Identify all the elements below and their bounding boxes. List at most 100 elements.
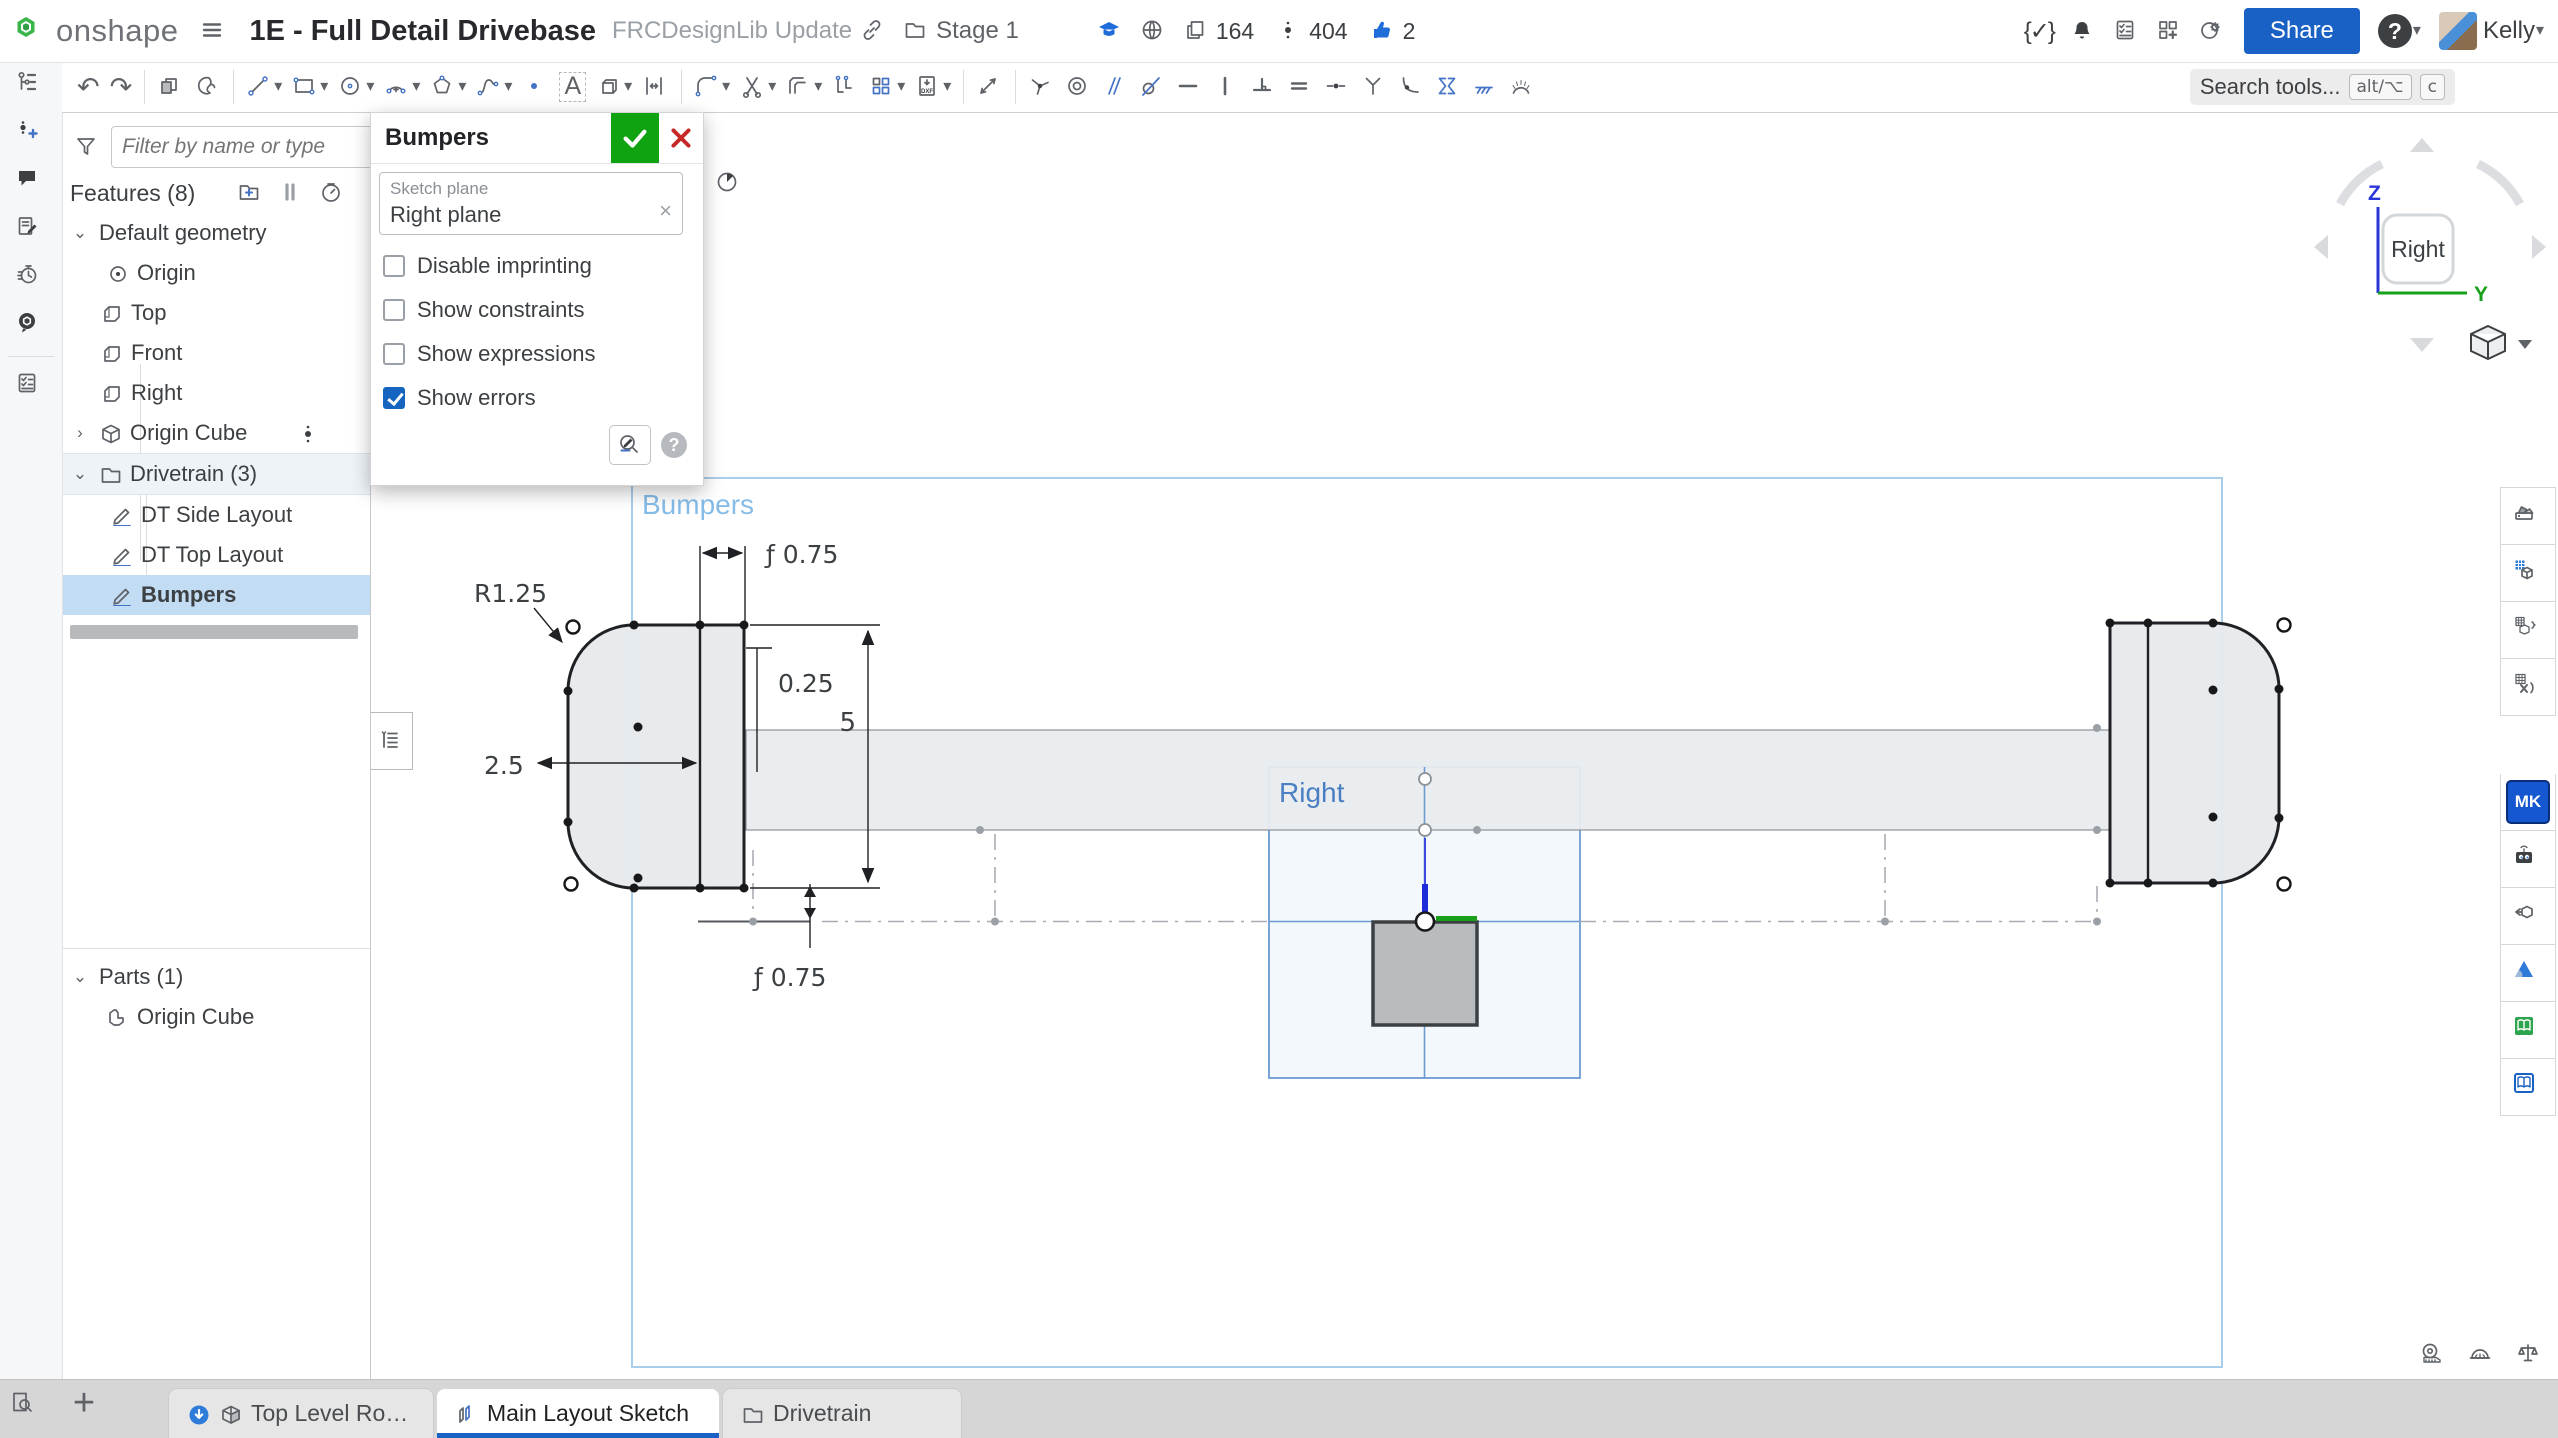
offset-tool[interactable]: ▾: [781, 62, 827, 112]
tree-item-front[interactable]: Front: [62, 333, 370, 373]
equal-constraint[interactable]: [1282, 62, 1319, 112]
chevron-down-icon[interactable]: ▾: [366, 79, 374, 95]
chevron-down-icon[interactable]: ▾: [943, 79, 951, 95]
rollback-clock-icon[interactable]: [319, 180, 346, 207]
origin-cube-section[interactable]: [1373, 922, 1477, 1025]
rectangle-tool[interactable]: ▾: [287, 62, 333, 112]
search-tools[interactable]: Search tools... alt/⌥ c: [2190, 69, 2455, 105]
comments-button[interactable]: [0, 158, 62, 206]
dim-bottom-offset-label[interactable]: ƒ 0.75: [752, 963, 826, 992]
tab-drivetrain[interactable]: Drivetrain: [722, 1388, 962, 1438]
public-document-button[interactable]: [1132, 0, 1175, 62]
view-roll-arrows[interactable]: [2340, 164, 2520, 204]
dim-width-label[interactable]: 2.5: [484, 751, 524, 780]
spline-tool[interactable]: ▾: [471, 62, 517, 112]
line-tool[interactable]: ▾: [241, 62, 287, 112]
workspace-name[interactable]: Stage 1: [936, 17, 1019, 45]
export-cube-button[interactable]: [2500, 888, 2556, 945]
tree-item-default-geometry[interactable]: ⌄ Default geometry: [62, 213, 370, 253]
tree-item-dt-top-layout[interactable]: DT Top Layout: [62, 535, 370, 575]
vertical-constraint[interactable]: [1208, 62, 1245, 112]
robot-app-button[interactable]: [2500, 831, 2556, 888]
properties-button[interactable]: [0, 206, 62, 254]
imprint-tool[interactable]: [189, 62, 226, 112]
undo-button[interactable]: ↶: [72, 62, 105, 112]
tasks-button[interactable]: [2105, 0, 2148, 62]
performance-button[interactable]: [0, 254, 62, 302]
pattern-tool[interactable]: ▾: [864, 62, 910, 112]
dim-edge-gap-label[interactable]: 0.25: [778, 669, 834, 698]
sketch-plane-field[interactable]: Sketch plane Right plane ×: [379, 172, 683, 235]
fillet-tool[interactable]: ▾: [689, 62, 735, 112]
checkbox-unchecked[interactable]: [383, 343, 405, 365]
share-button[interactable]: Share: [2244, 8, 2360, 54]
dim-bottom-offset[interactable]: [698, 884, 816, 948]
use-project-tool[interactable]: [827, 62, 864, 112]
clear-selection-icon[interactable]: ×: [659, 198, 672, 224]
horizontal-constraint[interactable]: [1171, 62, 1208, 112]
curvature-constraint[interactable]: [1393, 62, 1430, 112]
polygon-tool[interactable]: ▾: [425, 62, 471, 112]
add-tab-button[interactable]: +: [62, 1382, 106, 1425]
chevron-down-icon[interactable]: ▾: [320, 79, 328, 95]
chevron-down-icon[interactable]: ▾: [458, 79, 466, 95]
chevron-down-icon[interactable]: ▾: [897, 79, 905, 95]
fix-constraint[interactable]: [1467, 62, 1504, 112]
tree-item-dt-side-layout[interactable]: DT Side Layout: [62, 495, 370, 535]
dimension-tool[interactable]: [971, 62, 1008, 112]
sketch-query-button[interactable]: [609, 425, 651, 465]
sketch-plane-value[interactable]: Right plane: [390, 202, 672, 228]
suppress-pause-icon[interactable]: [278, 180, 305, 207]
right-bumper-profile[interactable]: [2110, 623, 2279, 883]
checkbox-show-errors[interactable]: Show errors: [383, 385, 691, 411]
search-tabs-button[interactable]: [10, 1390, 42, 1427]
help-button[interactable]: ? ▾: [2370, 0, 2429, 62]
checkbox-disable-imprinting[interactable]: Disable imprinting: [383, 253, 691, 279]
checkbox-unchecked[interactable]: [383, 299, 405, 321]
coincident-constraint[interactable]: [1023, 62, 1060, 112]
drag-handle-icon[interactable]: [296, 422, 318, 444]
versions-history-button[interactable]: [0, 62, 62, 110]
tangent-constraint[interactable]: [1134, 62, 1171, 112]
document-title[interactable]: 1E - Full Detail Drivebase: [249, 15, 596, 48]
apps-button[interactable]: [2148, 0, 2191, 62]
parts-header[interactable]: ⌄ Parts (1): [62, 957, 370, 997]
midpoint-constraint[interactable]: [1319, 62, 1356, 112]
tree-item-bumpers[interactable]: Bumpers: [62, 575, 370, 615]
mkcad-app-button[interactable]: MK: [2500, 774, 2556, 831]
main-menu-button[interactable]: [192, 0, 235, 62]
tab-top-level-robot-assembly[interactable]: Top Level Robot Ass...: [168, 1388, 434, 1438]
dim-radius-label[interactable]: R1.25: [474, 579, 547, 608]
chevron-down-icon[interactable]: ▾: [722, 79, 730, 95]
curvature-comb[interactable]: [1504, 62, 1541, 112]
sketch-name-label[interactable]: Bumpers: [642, 489, 754, 520]
point-tool[interactable]: [517, 62, 554, 112]
chevron-down-icon[interactable]: ⌄: [70, 223, 90, 243]
collapse-panel-handle[interactable]: [370, 712, 413, 770]
blue-docs-button[interactable]: [2500, 1059, 2556, 1116]
dim-top-fillet-label[interactable]: ƒ 0.75: [764, 540, 838, 569]
onshape-logo[interactable]: onshape: [0, 13, 192, 49]
like-button[interactable]: [1362, 0, 1399, 62]
bom-cube-button[interactable]: [2500, 545, 2556, 602]
view-cube-face-label[interactable]: Right: [2391, 236, 2445, 262]
green-docs-button[interactable]: [2500, 1002, 2556, 1059]
config-cube-button[interactable]: [2500, 602, 2556, 659]
checkbox-checked[interactable]: [383, 387, 405, 409]
slot-tool[interactable]: [637, 62, 674, 112]
tasks-panel-button[interactable]: [0, 363, 62, 411]
filter-input[interactable]: [111, 126, 407, 168]
checkbox-show-expressions[interactable]: Show expressions: [383, 341, 691, 367]
dialog-help-button[interactable]: ?: [661, 432, 687, 458]
notifications-button[interactable]: [2062, 0, 2105, 62]
parallel-constraint[interactable]: [1097, 62, 1134, 112]
part-item-origin-cube[interactable]: Origin Cube: [62, 997, 370, 1037]
symmetric-constraint[interactable]: [1430, 62, 1467, 112]
variables-button[interactable]: [2500, 659, 2556, 716]
dim-top-fillet[interactable]: [700, 546, 745, 622]
appearance-panel-button[interactable]: [2500, 487, 2556, 545]
sketch-region-tool[interactable]: ▾: [591, 62, 637, 112]
arc-tool[interactable]: ▾: [379, 62, 425, 112]
chevron-down-icon[interactable]: ▾: [814, 79, 822, 95]
origin-point[interactable]: [1416, 913, 1434, 931]
